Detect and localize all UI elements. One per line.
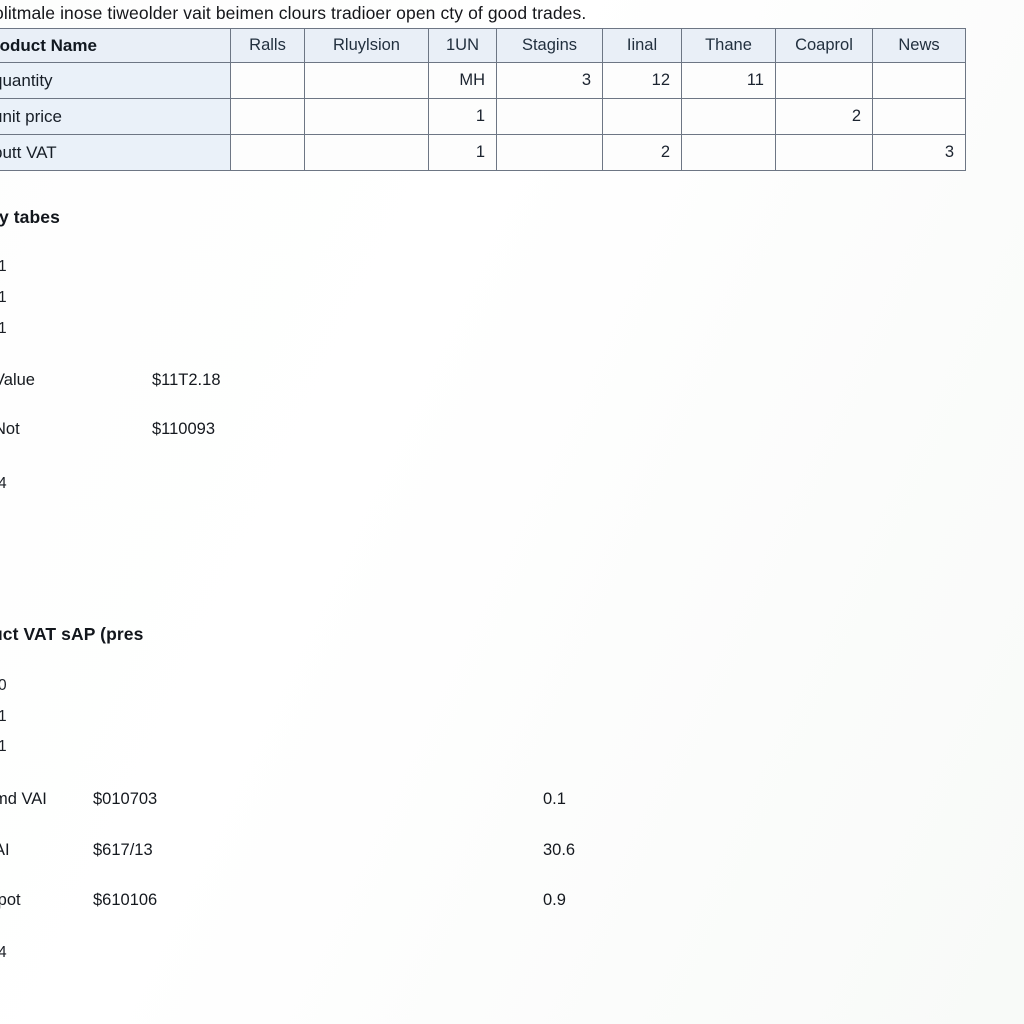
column-header-stagins[interactable]: Stagins (496, 28, 603, 63)
cell-quantity-tun[interactable]: MH (428, 62, 497, 99)
intro-paragraph: olitmale inose tiweolder vait beimen clo… (0, 3, 587, 23)
cell-unit-price-rluylsion[interactable] (304, 98, 429, 135)
summary-label-value: Value (0, 371, 35, 389)
summary-label-md-vai: md VAI (0, 790, 47, 808)
column-header-tun[interactable]: 1UN (428, 28, 497, 63)
cell-putt-vat-stagins[interactable] (496, 134, 603, 171)
table-row[interactable]: putt VAT 1 2 3 (0, 134, 966, 171)
summary-value-ipot: $610106 (93, 891, 158, 909)
cell-putt-vat-thane[interactable] (681, 134, 776, 171)
summary-label-ipot: ipot (0, 891, 21, 909)
section-two-heading: uct VAT sAP (pres (0, 624, 144, 644)
column-header-ralls[interactable]: Ralls (230, 28, 305, 63)
column-header-iinal[interactable]: Iinal (602, 28, 682, 63)
column-header-product-name[interactable]: roduct Name (0, 28, 231, 63)
cell-putt-vat-ralls[interactable] (230, 134, 305, 171)
table-header-row: roduct Name Ralls Rluylsion 1UN Stagins … (0, 28, 966, 63)
cell-quantity-iinal[interactable]: 12 (602, 62, 682, 99)
cell-unit-price-coaprol[interactable]: 2 (775, 98, 873, 135)
cell-unit-price-ralls[interactable] (230, 98, 305, 135)
table-row[interactable]: quantity MH 3 12 11 (0, 62, 966, 99)
cell-unit-price-thane[interactable] (681, 98, 776, 135)
cell-quantity-rluylsion[interactable] (304, 62, 429, 99)
summary-extra-ipot: 0.9 (543, 891, 566, 909)
section-one-summary-row: Value $11T2.18 (0, 371, 400, 393)
section-one-mini-number-2: 1 (0, 289, 7, 306)
cell-unit-price-news[interactable] (872, 98, 966, 135)
cell-quantity-thane[interactable]: 11 (681, 62, 776, 99)
column-header-news[interactable]: News (872, 28, 966, 63)
table-header: roduct Name Ralls Rluylsion 1UN Stagins … (0, 28, 966, 63)
table-body: quantity MH 3 12 11 unit price 1 (0, 62, 966, 171)
cell-unit-price-stagins[interactable] (496, 98, 603, 135)
section-two-trailing-number: 4 (0, 944, 7, 961)
section-one-mini-number-1: 1 (0, 258, 7, 275)
row-label-quantity: quantity (0, 62, 231, 99)
column-header-thane[interactable]: Thane (681, 28, 776, 63)
summary-extra-md-vai: 0.1 (543, 790, 566, 808)
section-two-mini-number-1: 0 (0, 677, 7, 694)
summary-value-md-vai: $010703 (93, 790, 158, 808)
section-two-mini-number-3: 1 (0, 738, 7, 755)
document-sheet: olitmale inose tiweolder vait beimen clo… (0, 0, 1024, 1024)
cell-quantity-news[interactable] (872, 62, 966, 99)
summary-label-not: Not (0, 420, 20, 438)
summary-extra-ai: 30.6 (543, 841, 576, 859)
section-one-mini-number-3: 1 (0, 320, 7, 337)
summary-value-not: $110093 (152, 420, 216, 438)
summary-value-ai: $617/13 (93, 841, 153, 859)
summary-value-value: $11T2.18 (152, 371, 221, 389)
cell-quantity-coaprol[interactable] (775, 62, 873, 99)
cell-unit-price-tun[interactable]: 1 (428, 98, 497, 135)
product-vat-table: roduct Name Ralls Rluylsion 1UN Stagins … (0, 28, 966, 171)
cell-putt-vat-iinal[interactable]: 2 (602, 134, 682, 171)
section-one-summary-row: Not $110093 (0, 420, 400, 442)
product-vat-table-container: roduct Name Ralls Rluylsion 1UN Stagins … (0, 28, 966, 171)
section-two-summary-row: AI $617/13 30.6 (0, 841, 700, 863)
section-one-heading: ly tabes (0, 207, 60, 227)
section-two-summary-row: ipot $610106 0.9 (0, 891, 700, 913)
section-one-trailing-number: 4 (0, 475, 7, 492)
section-two-mini-number-2: 1 (0, 708, 7, 725)
row-label-unit-price: unit price (0, 98, 231, 135)
cell-putt-vat-rluylsion[interactable] (304, 134, 429, 171)
cell-quantity-stagins[interactable]: 3 (496, 62, 603, 99)
column-header-rluylsion[interactable]: Rluylsion (304, 28, 429, 63)
row-label-putt-vat: putt VAT (0, 134, 231, 171)
table-row[interactable]: unit price 1 2 (0, 98, 966, 135)
cell-unit-price-iinal[interactable] (602, 98, 682, 135)
cell-putt-vat-news[interactable]: 3 (872, 134, 966, 171)
cell-quantity-ralls[interactable] (230, 62, 305, 99)
cell-putt-vat-coaprol[interactable] (775, 134, 873, 171)
column-header-coaprol[interactable]: Coaprol (775, 28, 873, 63)
summary-label-ai: AI (0, 841, 10, 859)
section-two-summary-row: md VAI $010703 0.1 (0, 790, 700, 812)
cell-putt-vat-tun[interactable]: 1 (428, 134, 497, 171)
